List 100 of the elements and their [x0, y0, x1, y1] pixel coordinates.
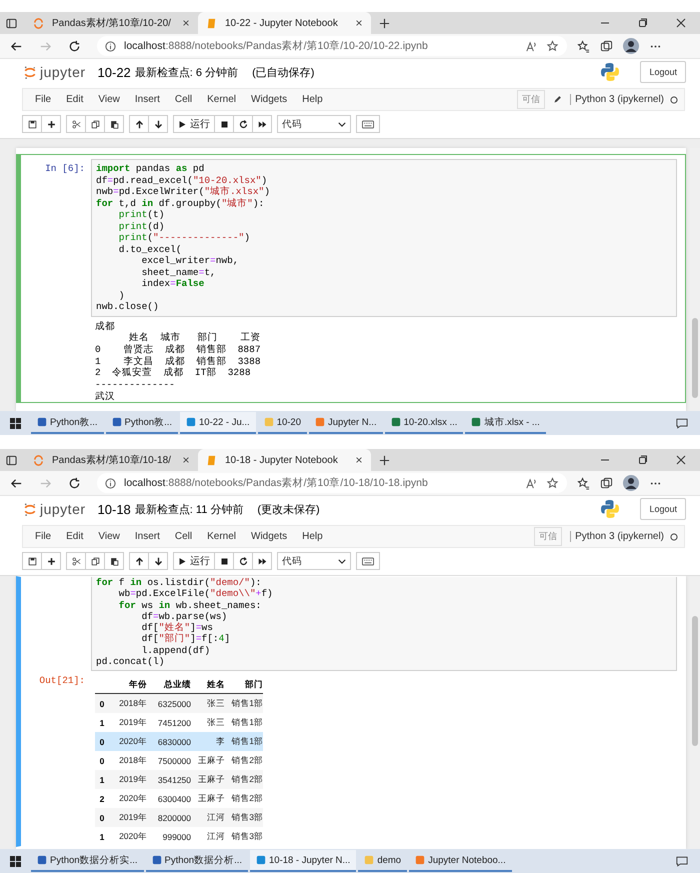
logout-button[interactable]: Logout	[640, 498, 686, 520]
close-icon[interactable]	[355, 19, 363, 27]
read-aloud-icon[interactable]	[525, 476, 538, 490]
cell-type-dropdown[interactable]: 代码	[277, 115, 351, 133]
cut-button[interactable]	[66, 552, 86, 570]
notebook-name[interactable]: 10-18	[98, 502, 131, 516]
save-button[interactable]	[22, 552, 42, 570]
menu-item[interactable]: Widgets	[251, 531, 288, 542]
menu-item[interactable]: Help	[302, 94, 323, 105]
back-icon[interactable]	[10, 476, 23, 490]
code-editor[interactable]: import pandas as pd df=pd.read_excel("10-20.xlsx") nwb=pd.ExcelWriter("城市.xlsx") for t,d in df.groupby("城市"): print(t) print(d) print("--------------") d.to_excel( excel_writer=nwb, sheet_name=t, index=False ) nwb.close()	[91, 159, 677, 316]
add-cell-button[interactable]	[41, 115, 61, 133]
browser-tab[interactable]: 10-22 - Jupyter Notebook	[198, 12, 371, 34]
browser-tab[interactable]: 10-18 - Jupyter Notebook	[198, 449, 371, 471]
stop-button[interactable]	[214, 552, 234, 570]
avatar-icon[interactable]	[623, 38, 639, 54]
taskbar-item[interactable]: Python数据分析实...	[31, 850, 144, 872]
kernel-name[interactable]: Python 3 (ipykernel)	[570, 531, 664, 542]
cut-button[interactable]	[66, 115, 86, 133]
restore-icon[interactable]	[638, 455, 648, 465]
star-plus-icon[interactable]	[546, 40, 559, 52]
menu-item[interactable]: Cell	[174, 94, 192, 105]
taskbar-item[interactable]: 10-22 - Ju...	[180, 412, 256, 434]
star-plus-icon[interactable]	[546, 476, 559, 490]
windows-start-icon[interactable]	[10, 856, 21, 866]
taskbar-item[interactable]: demo	[358, 850, 408, 872]
pencil-icon[interactable]	[553, 95, 562, 104]
close-icon[interactable]	[676, 455, 686, 465]
code-editor[interactable]: for f in os.listdir("demo/"): wb=pd.ExcelFile("demo\\"+f) for ws in wb.sheet_names: df=wb.parse(ws) df["姓名"]=ws df["部门"]=f[:4] l.append(df) pd.concat(l)	[91, 577, 677, 672]
reload-icon[interactable]	[68, 476, 81, 490]
move-up-button[interactable]	[129, 552, 149, 570]
notebook-name[interactable]: 10-22	[98, 64, 131, 80]
logo-text[interactable]: jupyter	[40, 64, 86, 80]
paste-button[interactable]	[104, 115, 124, 133]
run-all-button[interactable]	[252, 115, 272, 133]
run-button[interactable]: 运行	[173, 115, 215, 133]
restore-icon[interactable]	[638, 18, 648, 28]
menu-item[interactable]: Cell	[174, 531, 192, 542]
address-bar[interactable]: localhost:8888/notebooks/Pandas素材/第10章/10-20/10-22.ipynb	[97, 36, 567, 56]
restart-button[interactable]	[233, 115, 253, 133]
copy-button[interactable]	[85, 552, 105, 570]
close-icon[interactable]	[182, 456, 190, 464]
add-cell-button[interactable]	[41, 552, 61, 570]
menu-item[interactable]: Edit	[66, 531, 84, 542]
tab-switcher-icon[interactable]	[6, 454, 17, 466]
logout-button[interactable]: Logout	[640, 61, 686, 83]
restart-button[interactable]	[233, 552, 253, 570]
menu-item[interactable]: Widgets	[251, 94, 288, 105]
favorites-icon[interactable]	[577, 476, 590, 490]
back-icon[interactable]	[10, 40, 23, 52]
menu-item[interactable]: Insert	[134, 94, 160, 105]
taskbar-item[interactable]: Jupyter Noteboo...	[409, 850, 512, 872]
taskbar-item[interactable]: Python数据分析...	[146, 850, 248, 872]
taskbar-item[interactable]: 10-18 - Jupyter N...	[250, 850, 356, 872]
table-row[interactable]: 1 2019年 3541250 王麻子 销售2部	[95, 770, 263, 790]
table-row[interactable]: 0 2018年 6325000 张三 销售1部	[95, 694, 263, 714]
address-bar[interactable]: localhost:8888/notebooks/Pandas素材/第10章/10-18/10-18.ipynb	[97, 473, 567, 493]
notification-icon[interactable]	[676, 856, 688, 866]
new-tab-icon[interactable]	[379, 18, 390, 28]
cell-type-dropdown[interactable]: 代码	[277, 552, 351, 570]
collections-icon[interactable]	[600, 40, 613, 52]
menu-item[interactable]: Edit	[66, 94, 84, 105]
code-cell[interactable]	[16, 154, 686, 404]
menu-item[interactable]: Kernel	[207, 94, 236, 105]
logo-text[interactable]: jupyter	[40, 501, 86, 517]
move-down-button[interactable]	[148, 552, 168, 570]
keyboard-button[interactable]	[356, 552, 380, 570]
read-aloud-icon[interactable]	[525, 40, 538, 52]
run-button[interactable]: 运行	[173, 552, 215, 570]
stop-button[interactable]	[214, 115, 234, 133]
favorites-icon[interactable]	[577, 40, 590, 52]
menu-item[interactable]: View	[98, 94, 120, 105]
kernel-name[interactable]: Python 3 (ipykernel)	[570, 94, 664, 105]
move-down-button[interactable]	[148, 115, 168, 133]
menu-item[interactable]: File	[35, 531, 52, 542]
collections-icon[interactable]	[600, 476, 613, 490]
move-up-button[interactable]	[129, 115, 149, 133]
close-icon[interactable]	[676, 18, 686, 28]
new-tab-icon[interactable]	[379, 454, 390, 466]
tab-switcher-icon[interactable]	[6, 18, 17, 28]
run-all-button[interactable]	[252, 552, 272, 570]
jupyter-logo-icon[interactable]	[24, 64, 36, 80]
menu-item[interactable]: Help	[302, 531, 323, 542]
reload-icon[interactable]	[68, 40, 81, 52]
paste-button[interactable]	[104, 552, 124, 570]
keyboard-button[interactable]	[356, 115, 380, 133]
table-row[interactable]: 0 2019年 8200000 江河 销售3部	[95, 808, 263, 828]
jupyter-logo-icon[interactable]	[24, 502, 36, 516]
close-icon[interactable]	[182, 19, 190, 27]
avatar-icon[interactable]	[623, 475, 639, 491]
save-button[interactable]	[22, 115, 42, 133]
windows-start-icon[interactable]	[10, 418, 21, 428]
menu-item[interactable]: File	[35, 94, 52, 105]
copy-button[interactable]	[85, 115, 105, 133]
menu-item[interactable]: Kernel	[207, 531, 236, 542]
close-icon[interactable]	[355, 456, 363, 464]
notification-icon[interactable]	[676, 418, 688, 428]
menu-item[interactable]: View	[98, 531, 120, 542]
table-row[interactable]: 0 2020年 6830000 李 销售1部	[95, 732, 263, 752]
menu-item[interactable]: Insert	[134, 531, 160, 542]
